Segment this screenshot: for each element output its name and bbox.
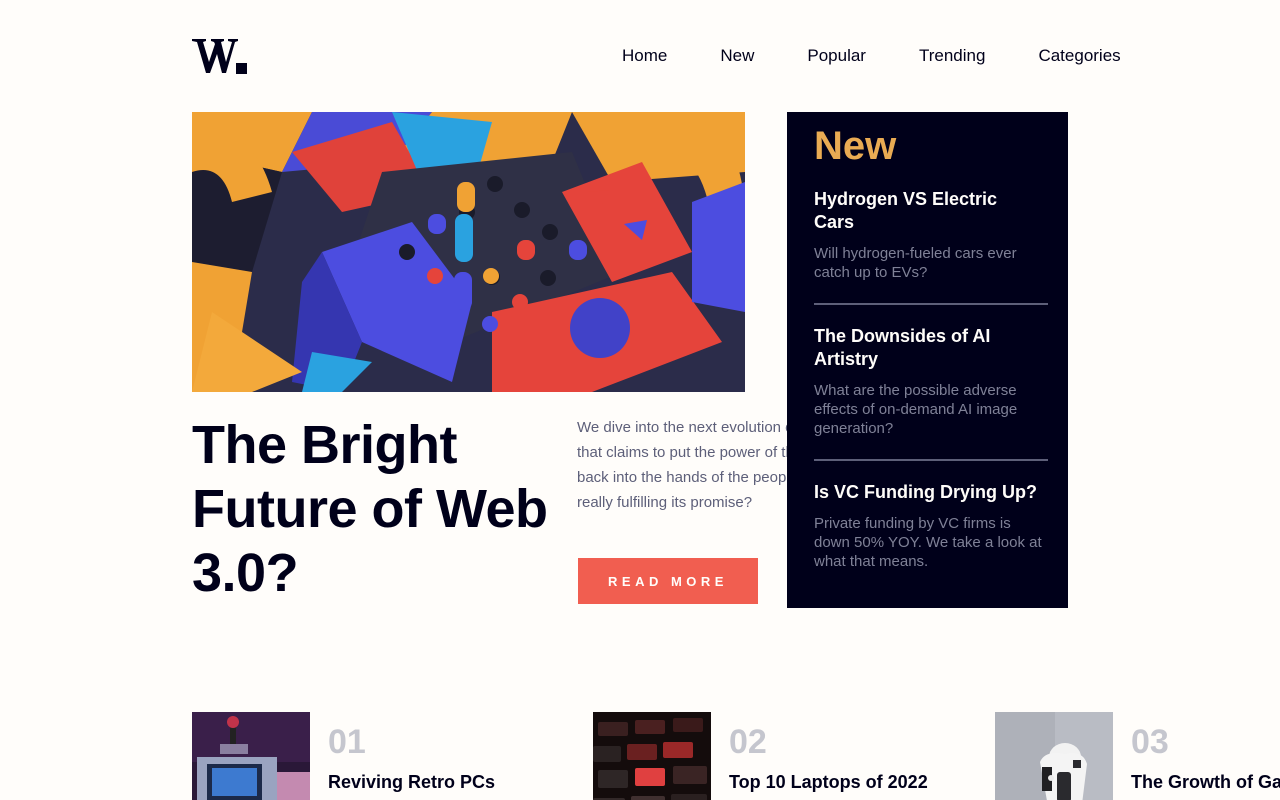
new-article-title[interactable]: The Downsides of AI Artistry [814,325,1034,371]
new-article-summary: What are the possible adverse effects of… [814,382,1018,437]
new-article-item[interactable]: The Downsides of AI Artistry What are th… [814,325,1048,438]
feature-card[interactable]: 01 Reviving Retro PCs [192,712,495,800]
new-article-item[interactable]: Hydrogen VS Electric Cars Will hydrogen-… [814,188,1048,282]
nav-popular[interactable]: Popular [807,46,866,66]
nav-new[interactable]: New [720,46,754,66]
panel-divider [814,459,1048,461]
new-article-item[interactable]: Is VC Funding Drying Up? Private funding… [814,481,1048,571]
card-number: 01 [328,723,366,761]
site-logo[interactable] [192,38,249,74]
card-title[interactable]: Reviving Retro PCs [328,771,495,793]
nav-categories[interactable]: Categories [1038,46,1120,66]
hero-description-wrap: We dive into the next evolution of the w… [577,415,802,525]
main-nav: Home New Popular Trending Categories [622,46,1121,66]
nav-home[interactable]: Home [622,46,667,66]
card-number: 02 [729,723,767,761]
feature-card[interactable]: 02 Top 10 Laptops of 2022 [593,712,928,800]
hero-description: We dive into the next evolution of the w… [577,419,802,511]
logo-mark [192,39,247,74]
hero-image [192,112,745,392]
read-more-button[interactable]: READ MORE [578,558,758,604]
new-article-summary: Will hydrogen-fueled cars ever catch up … [814,245,1017,281]
new-articles-panel: New Hydrogen VS Electric Cars Will hydro… [787,112,1068,608]
new-article-summary: Private funding by VC firms is down 50% … [814,515,1042,570]
nav-trending[interactable]: Trending [919,46,985,66]
panel-divider [814,303,1048,305]
new-panel-heading: New [814,124,897,168]
feature-card[interactable]: 03 The Growth of Gaming [995,712,1280,800]
card-thumbnail[interactable] [192,712,310,800]
new-article-title[interactable]: Is VC Funding Drying Up? [814,481,1054,504]
new-article-title[interactable]: Hydrogen VS Electric Cars [814,188,1034,234]
hero-title: The Bright Future of Web 3.0? [192,415,548,603]
card-thumbnail[interactable] [995,712,1113,800]
card-number: 03 [1131,723,1169,761]
card-thumbnail[interactable] [593,712,711,800]
card-title[interactable]: Top 10 Laptops of 2022 [729,771,928,793]
card-title[interactable]: The Growth of Gaming [1131,771,1280,793]
